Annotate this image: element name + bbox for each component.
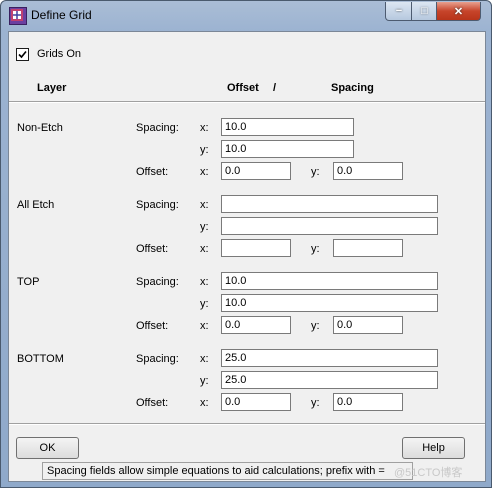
- ok-button[interactable]: OK: [16, 437, 79, 459]
- title-bar[interactable]: Define Grid − □ ✕: [1, 1, 491, 29]
- spacing-header: Spacing: [331, 82, 374, 94]
- spacing-label: Spacing:: [136, 122, 179, 134]
- layer-name-bottom: BOTTOM: [17, 353, 64, 365]
- watermark-text: @51CTO博客: [394, 467, 463, 479]
- y-label: y:: [200, 375, 209, 387]
- x-label: x:: [200, 243, 209, 255]
- non-etch-spacing-x-input[interactable]: 10.0: [221, 118, 354, 136]
- x-label: x:: [200, 166, 209, 178]
- top-spacing-x-input[interactable]: 10.0: [221, 272, 438, 290]
- y-label: y:: [311, 243, 320, 255]
- spacing-label: Spacing:: [136, 353, 179, 365]
- y-label: y:: [200, 144, 209, 156]
- all-etch-spacing-x-input[interactable]: [221, 195, 438, 213]
- dialog-body: Grids On Layer Offset / Spacing Non-Etch…: [8, 31, 486, 482]
- grids-on-label: Grids On: [37, 48, 82, 60]
- offset-label: Offset:: [136, 243, 169, 255]
- minimize-icon: −: [395, 5, 403, 17]
- maximize-icon: □: [421, 5, 428, 17]
- layer-name-top: TOP: [17, 276, 40, 288]
- help-button[interactable]: Help: [402, 437, 465, 459]
- footer-separator: [9, 423, 485, 425]
- close-icon: ✕: [453, 5, 464, 18]
- define-grid-window: Define Grid − □ ✕ Grids On Layer Offset …: [0, 0, 492, 488]
- bottom-offset-x-input[interactable]: 0.0: [221, 393, 291, 411]
- checkmark-icon: [18, 50, 27, 59]
- layer-name-non-etch: Non-Etch: [17, 122, 63, 134]
- offset-label: Offset:: [136, 320, 169, 332]
- x-label: x:: [200, 397, 209, 409]
- non-etch-offset-y-input[interactable]: 0.0: [333, 162, 403, 180]
- window-title: Define Grid: [31, 8, 92, 22]
- app-grid-icon: [9, 7, 27, 25]
- close-button[interactable]: ✕: [436, 2, 481, 21]
- spacing-label: Spacing:: [136, 276, 179, 288]
- x-label: x:: [200, 353, 209, 365]
- x-label: x:: [200, 122, 209, 134]
- all-etch-offset-y-input[interactable]: [333, 239, 403, 257]
- offset-label: Offset:: [136, 397, 169, 409]
- header-separator: [9, 101, 485, 103]
- x-label: x:: [200, 320, 209, 332]
- x-label: x:: [200, 276, 209, 288]
- offset-header: Offset: [227, 82, 259, 94]
- y-label: y:: [311, 166, 320, 178]
- grids-on-checkbox[interactable]: [16, 48, 29, 61]
- spacing-label: Spacing:: [136, 199, 179, 211]
- bottom-spacing-y-input[interactable]: 25.0: [221, 371, 438, 389]
- all-etch-spacing-y-input[interactable]: [221, 217, 438, 235]
- y-label: y:: [200, 298, 209, 310]
- top-offset-x-input[interactable]: 0.0: [221, 316, 291, 334]
- bottom-spacing-x-input[interactable]: 25.0: [221, 349, 438, 367]
- layer-header: Layer: [37, 82, 67, 94]
- layer-name-all-etch: All Etch: [17, 199, 55, 211]
- y-label: y:: [200, 221, 209, 233]
- status-text: Spacing fields allow simple equations to…: [47, 465, 385, 477]
- slash-header: /: [273, 82, 277, 94]
- maximize-button[interactable]: □: [411, 2, 438, 21]
- status-bar: Spacing fields allow simple equations to…: [42, 462, 413, 480]
- y-label: y:: [311, 397, 320, 409]
- all-etch-offset-x-input[interactable]: [221, 239, 291, 257]
- top-offset-y-input[interactable]: 0.0: [333, 316, 403, 334]
- non-etch-spacing-y-input[interactable]: 10.0: [221, 140, 354, 158]
- offset-label: Offset:: [136, 166, 169, 178]
- x-label: x:: [200, 199, 209, 211]
- top-spacing-y-input[interactable]: 10.0: [221, 294, 438, 312]
- non-etch-offset-x-input[interactable]: 0.0: [221, 162, 291, 180]
- minimize-button[interactable]: −: [385, 2, 413, 21]
- bottom-offset-y-input[interactable]: 0.0: [333, 393, 403, 411]
- y-label: y:: [311, 320, 320, 332]
